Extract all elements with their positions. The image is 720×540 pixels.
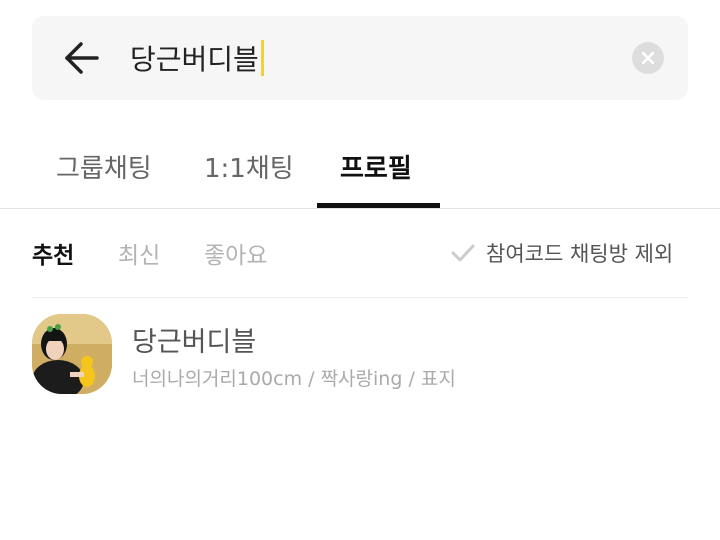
text-caret [260, 40, 264, 76]
close-icon [641, 51, 655, 65]
back-button[interactable] [62, 38, 102, 78]
search-input[interactable]: 당근버디블 [130, 36, 610, 80]
profile-name: 당근버디블 [132, 327, 257, 358]
profile-status-message: 너의나의거리100cm / 짝사랑ing / 표지 [132, 368, 456, 390]
check-icon [451, 244, 475, 262]
search-bar: 당근버디블 [32, 16, 688, 100]
clear-search-button[interactable] [632, 42, 664, 74]
sort-latest[interactable]: 최신 [118, 236, 160, 270]
search-input-value: 당근버디블 [130, 43, 259, 76]
divider [32, 297, 688, 298]
tab-group-chat[interactable]: 그룹채팅 [56, 148, 152, 185]
tab-direct-chat[interactable]: 1:1채팅 [204, 148, 294, 185]
search-tabs: 그룹채팅 1:1채팅 프로필 [0, 130, 720, 209]
search-results-screen: 당근버디블 그룹채팅 1:1채팅 프로필 추천 최신 좋아요 참여코드 채팅방 … [0, 0, 720, 540]
sort-recommended[interactable]: 추천 [32, 236, 74, 270]
sort-likes[interactable]: 좋아요 [204, 236, 267, 270]
exclude-code-chats-toggle[interactable]: 참여코드 채팅방 제외 [450, 236, 673, 270]
arrow-left-icon [65, 42, 99, 74]
profile-result-item[interactable]: 당근버디블 너의나의거리100cm / 짝사랑ing / 표지 [32, 312, 688, 396]
exclude-code-chats-label: 참여코드 채팅방 제외 [486, 242, 674, 266]
tab-profile[interactable]: 프로필 [340, 148, 412, 185]
profile-photo [32, 314, 112, 394]
sort-filters: 추천 최신 좋아요 참여코드 채팅방 제외 [0, 236, 720, 270]
avatar [32, 314, 112, 394]
active-tab-indicator [317, 203, 440, 208]
